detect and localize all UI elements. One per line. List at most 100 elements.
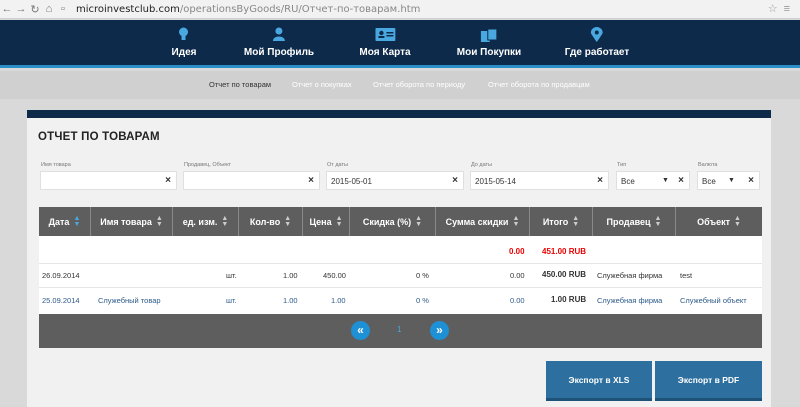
nav-label: Мой Профиль <box>243 47 315 58</box>
clear-icon[interactable]: × <box>452 175 458 186</box>
chevron-down-icon: ▼ <box>728 177 735 184</box>
export-xls-button[interactable]: Экспорт в XLS <box>546 361 652 401</box>
nav-label: Где работает <box>564 47 630 58</box>
clear-icon[interactable]: × <box>748 175 754 186</box>
date-from-input[interactable]: 2015-05-01 × <box>326 171 464 190</box>
bulb-icon <box>179 27 189 40</box>
url-host: microinvestclub.com <box>76 3 180 15</box>
filter-label: Валюта <box>698 162 718 168</box>
clear-icon[interactable]: × <box>308 175 314 186</box>
totals-total: 451.00 RUB <box>542 247 587 256</box>
nav-item-where[interactable]: Где работает <box>565 27 629 58</box>
cell-date: 26.09.2014 <box>42 271 80 280</box>
cell-seller: Служебная фирма <box>597 296 663 305</box>
next-page-button[interactable]: » <box>430 321 449 340</box>
currency-select[interactable]: Все ▼ × <box>697 171 760 190</box>
export-pdf-button[interactable]: Экспорт в PDF <box>655 361 762 401</box>
cell-discount: 0 % <box>416 271 429 280</box>
chevron-down-icon: ▼ <box>662 177 669 184</box>
sort-icon: ▲ ▼ <box>415 214 423 228</box>
currency-value: Все <box>702 177 716 186</box>
cell-price: 450.00 <box>323 271 346 280</box>
product-name-input[interactable]: × <box>40 171 177 190</box>
prev-page-button[interactable]: « <box>351 321 370 340</box>
sort-icon: ▲ ▼ <box>155 214 163 228</box>
column-header-date[interactable]: Дата ▲ ▼ <box>39 207 91 236</box>
user-icon <box>272 27 285 41</box>
filter-label: Имя товара <box>41 162 71 168</box>
nav-item-idea[interactable]: Идея <box>172 27 196 58</box>
sort-icon: ▲ ▼ <box>572 214 580 228</box>
current-page[interactable]: 1 <box>397 325 401 334</box>
cell-seller: Служебная фирма <box>597 271 663 280</box>
column-header-price[interactable]: Цена ▲ ▼ <box>303 207 350 236</box>
sub-navigation: Отчет по товарам Отчет о покупках Отчет … <box>0 71 800 99</box>
clear-icon[interactable]: × <box>597 175 603 186</box>
totals-discount-sum: 0.00 <box>509 247 525 256</box>
cell-unit: шт. <box>226 296 237 305</box>
date-to-value: 2015-05-14 <box>475 177 516 186</box>
subnav-item-period-turnover[interactable]: Отчет оборота по периоду <box>373 80 465 89</box>
sort-icon: ▲ ▼ <box>335 214 343 228</box>
clear-icon[interactable]: × <box>678 175 684 186</box>
cell-qty: 1.00 <box>283 271 298 280</box>
sort-icon: ▲ ▼ <box>221 214 229 228</box>
filter-label: До даты <box>471 162 492 168</box>
menu-icon[interactable]: ≡ <box>784 3 796 15</box>
nav-label: Моя Карта <box>359 47 411 58</box>
column-header-total[interactable]: Итого ▲ ▼ <box>530 207 593 236</box>
date-to-input[interactable]: 2015-05-14 × <box>470 171 609 190</box>
map-pin-icon <box>591 27 603 42</box>
browser-toolbar: ← → ↻ ⌂ ▫ microinvestclub.com/operations… <box>0 0 800 19</box>
subnav-item-purchases-report[interactable]: Отчет о покупках <box>292 80 352 89</box>
nav-item-profile[interactable]: Мой Профиль <box>244 27 314 58</box>
date-from-value: 2015-05-01 <box>331 177 372 186</box>
clear-icon[interactable]: × <box>165 175 171 186</box>
cell-discount: 0 % <box>416 296 429 305</box>
column-header-discount[interactable]: Скидка (%) ▲ ▼ <box>350 207 436 236</box>
sort-icon: ▲ ▼ <box>733 214 741 228</box>
sort-icon: ▲ ▼ <box>512 214 520 228</box>
cell-total: 1.00 RUB <box>551 295 587 304</box>
filter-label: Продавец, Объект <box>184 162 232 168</box>
table-header: Дата ▲ ▼ Имя товара ▲ ▼ ед. изм. ▲ ▼ Кол-во ▲ ▼ … <box>39 207 762 236</box>
home-icon[interactable]: ⌂ <box>42 3 56 15</box>
cell-discount-sum: 0.00 <box>510 296 525 305</box>
back-icon[interactable]: ← <box>0 3 14 15</box>
type-select[interactable]: Все ▼ × <box>616 171 690 190</box>
nav-label: Мои Покупки <box>456 47 522 58</box>
seller-object-input[interactable]: × <box>183 171 320 190</box>
column-header-unit[interactable]: ед. изм. ▲ ▼ <box>173 207 239 236</box>
cell-name: Служебный товар <box>98 296 161 305</box>
filter-label: Тип <box>617 162 627 168</box>
cell-object[interactable]: Служебный объект <box>680 296 747 305</box>
forward-icon[interactable]: → <box>14 3 28 15</box>
shopping-icon <box>480 28 497 42</box>
top-navigation: Идея Мой Профиль Моя Карта Мои Покупки Г… <box>0 20 800 68</box>
url-path: /operationsByGoods/RU/Отчет-по-товарам.h… <box>179 3 421 15</box>
cell-date: 25.09.2014 <box>42 296 80 305</box>
sort-icon: ▲ ▼ <box>654 214 662 228</box>
type-value: Все <box>621 177 635 186</box>
sort-icon: ▲ ▼ <box>73 214 81 228</box>
page-title: ОТЧЕТ ПО ТОВАРАМ <box>38 131 160 143</box>
nav-item-purchases[interactable]: Мои Покупки <box>457 27 521 58</box>
column-header-object[interactable]: Объект ▲ ▼ <box>676 207 762 236</box>
nav-item-card[interactable]: Моя Карта <box>359 27 411 58</box>
star-icon[interactable]: ☆ <box>768 3 784 15</box>
subnav-item-goods-report[interactable]: Отчет по товарам <box>209 80 271 89</box>
reload-icon[interactable]: ↻ <box>28 3 42 16</box>
cell-qty: 1.00 <box>283 296 298 305</box>
cell-object[interactable]: test <box>680 271 692 280</box>
address-bar[interactable]: microinvestclub.com/operationsByGoods/RU… <box>76 4 420 15</box>
sort-icon: ▲ ▼ <box>284 214 292 228</box>
page-icon: ▫ <box>61 3 65 15</box>
column-header-seller[interactable]: Продавец ▲ ▼ <box>593 207 676 236</box>
column-header-discount-sum[interactable]: Сумма скидки ▲ ▼ <box>436 207 530 236</box>
column-header-qty[interactable]: Кол-во ▲ ▼ <box>239 207 303 236</box>
cell-unit: шт. <box>226 271 237 280</box>
cell-price: 1.00 <box>331 296 346 305</box>
subnav-item-seller-turnover[interactable]: Отчет оборота по продавцам <box>488 80 590 89</box>
column-header-name[interactable]: Имя товара ▲ ▼ <box>91 207 173 236</box>
card-icon <box>375 28 395 41</box>
